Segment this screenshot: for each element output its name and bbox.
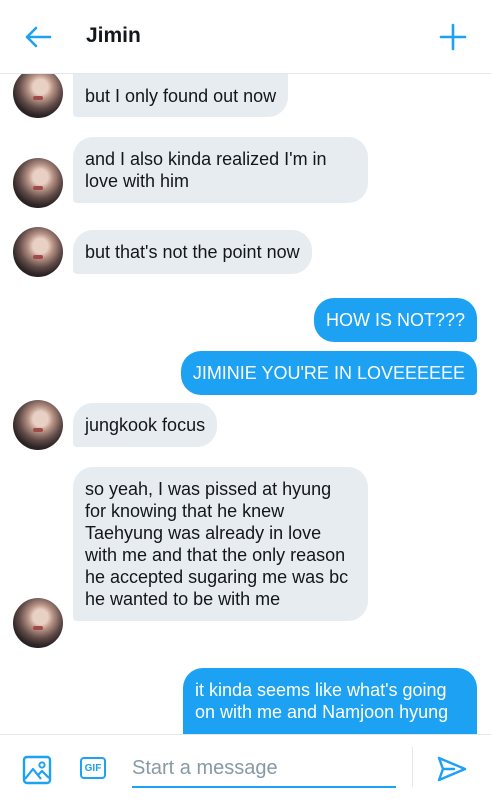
message-input[interactable] — [132, 754, 396, 788]
chat-header: Jimin — [0, 0, 491, 74]
divider — [412, 747, 413, 787]
message-bubble: but that's not the point now — [73, 230, 312, 274]
avatar[interactable] — [13, 227, 63, 277]
message-bubble: jungkook focus — [73, 403, 218, 447]
avatar[interactable] — [13, 74, 63, 118]
plus-icon — [439, 23, 467, 51]
message-bubble: it kinda seems like what's going on with… — [183, 668, 477, 734]
gif-button[interactable]: GIF — [80, 757, 106, 779]
message-composer: GIF — [0, 734, 491, 800]
message-list[interactable]: but I only found out now and I also kind… — [0, 74, 491, 734]
message-bubble: and I also kinda realized I'm in love wi… — [73, 137, 368, 203]
message-bubble: JIMINIE YOU'RE IN LOVEEEEEE — [180, 351, 477, 395]
message-bubble: so yeah, I was pissed at hyung for knowi… — [73, 467, 368, 621]
avatar[interactable] — [13, 158, 63, 208]
arrow-left-icon — [25, 26, 52, 48]
send-icon — [437, 756, 467, 782]
send-button[interactable] — [436, 755, 470, 785]
add-button[interactable] — [433, 17, 473, 57]
back-button[interactable] — [18, 19, 58, 55]
avatar[interactable] — [13, 598, 63, 648]
message-bubble: but I only found out now — [73, 74, 289, 117]
message-bubble: HOW IS NOT??? — [313, 298, 477, 342]
add-image-button[interactable] — [22, 755, 54, 787]
avatar[interactable] — [13, 400, 63, 450]
image-icon — [22, 755, 52, 785]
conversation-title: Jimin — [86, 24, 141, 47]
